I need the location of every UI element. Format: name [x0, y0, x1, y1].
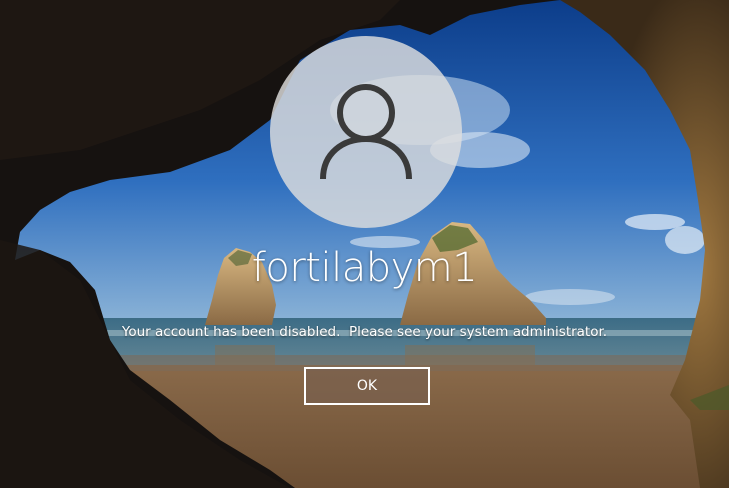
user-silhouette-icon — [320, 84, 412, 180]
user-avatar — [270, 36, 462, 228]
account-disabled-message: Your account has been disabled. Please s… — [121, 324, 608, 340]
ok-button[interactable]: OK — [304, 367, 430, 405]
username-label: fortilabym1 — [251, 245, 478, 291]
lock-screen: fortilabym1 Your account has been disabl… — [0, 0, 729, 488]
